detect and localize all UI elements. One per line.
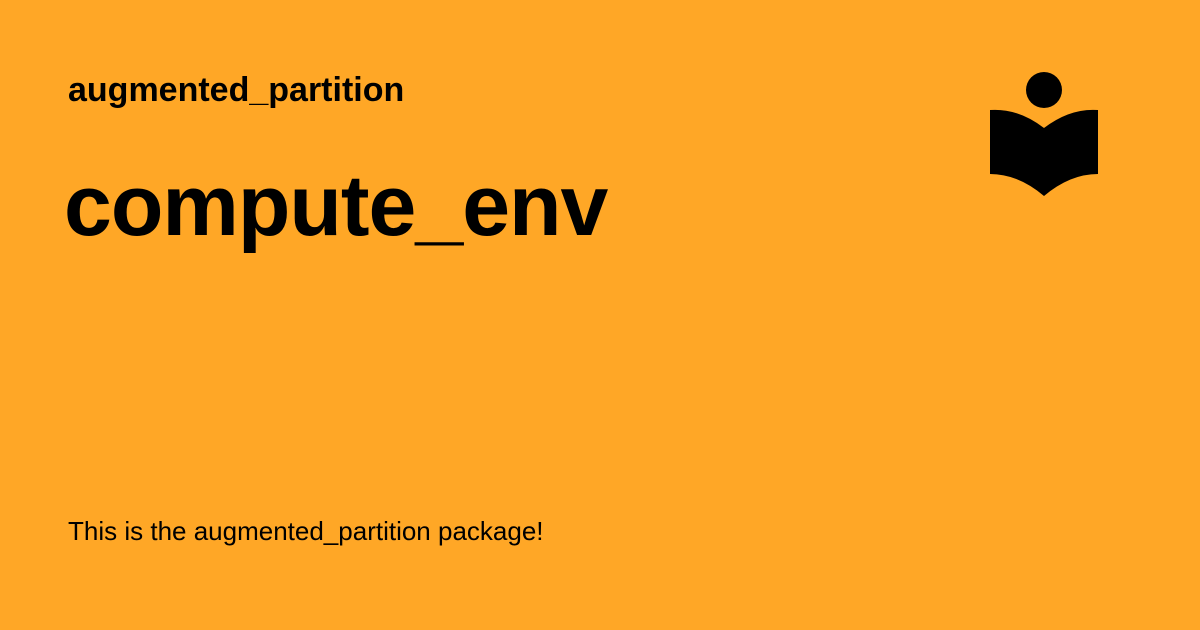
reader-book-icon — [990, 72, 1098, 196]
social-card: augmented_partition compute_env This is … — [0, 0, 1200, 630]
site-name: augmented_partition — [68, 71, 405, 109]
page-title: compute_env — [64, 158, 608, 254]
page-description: This is the augmented_partition package! — [68, 516, 544, 546]
